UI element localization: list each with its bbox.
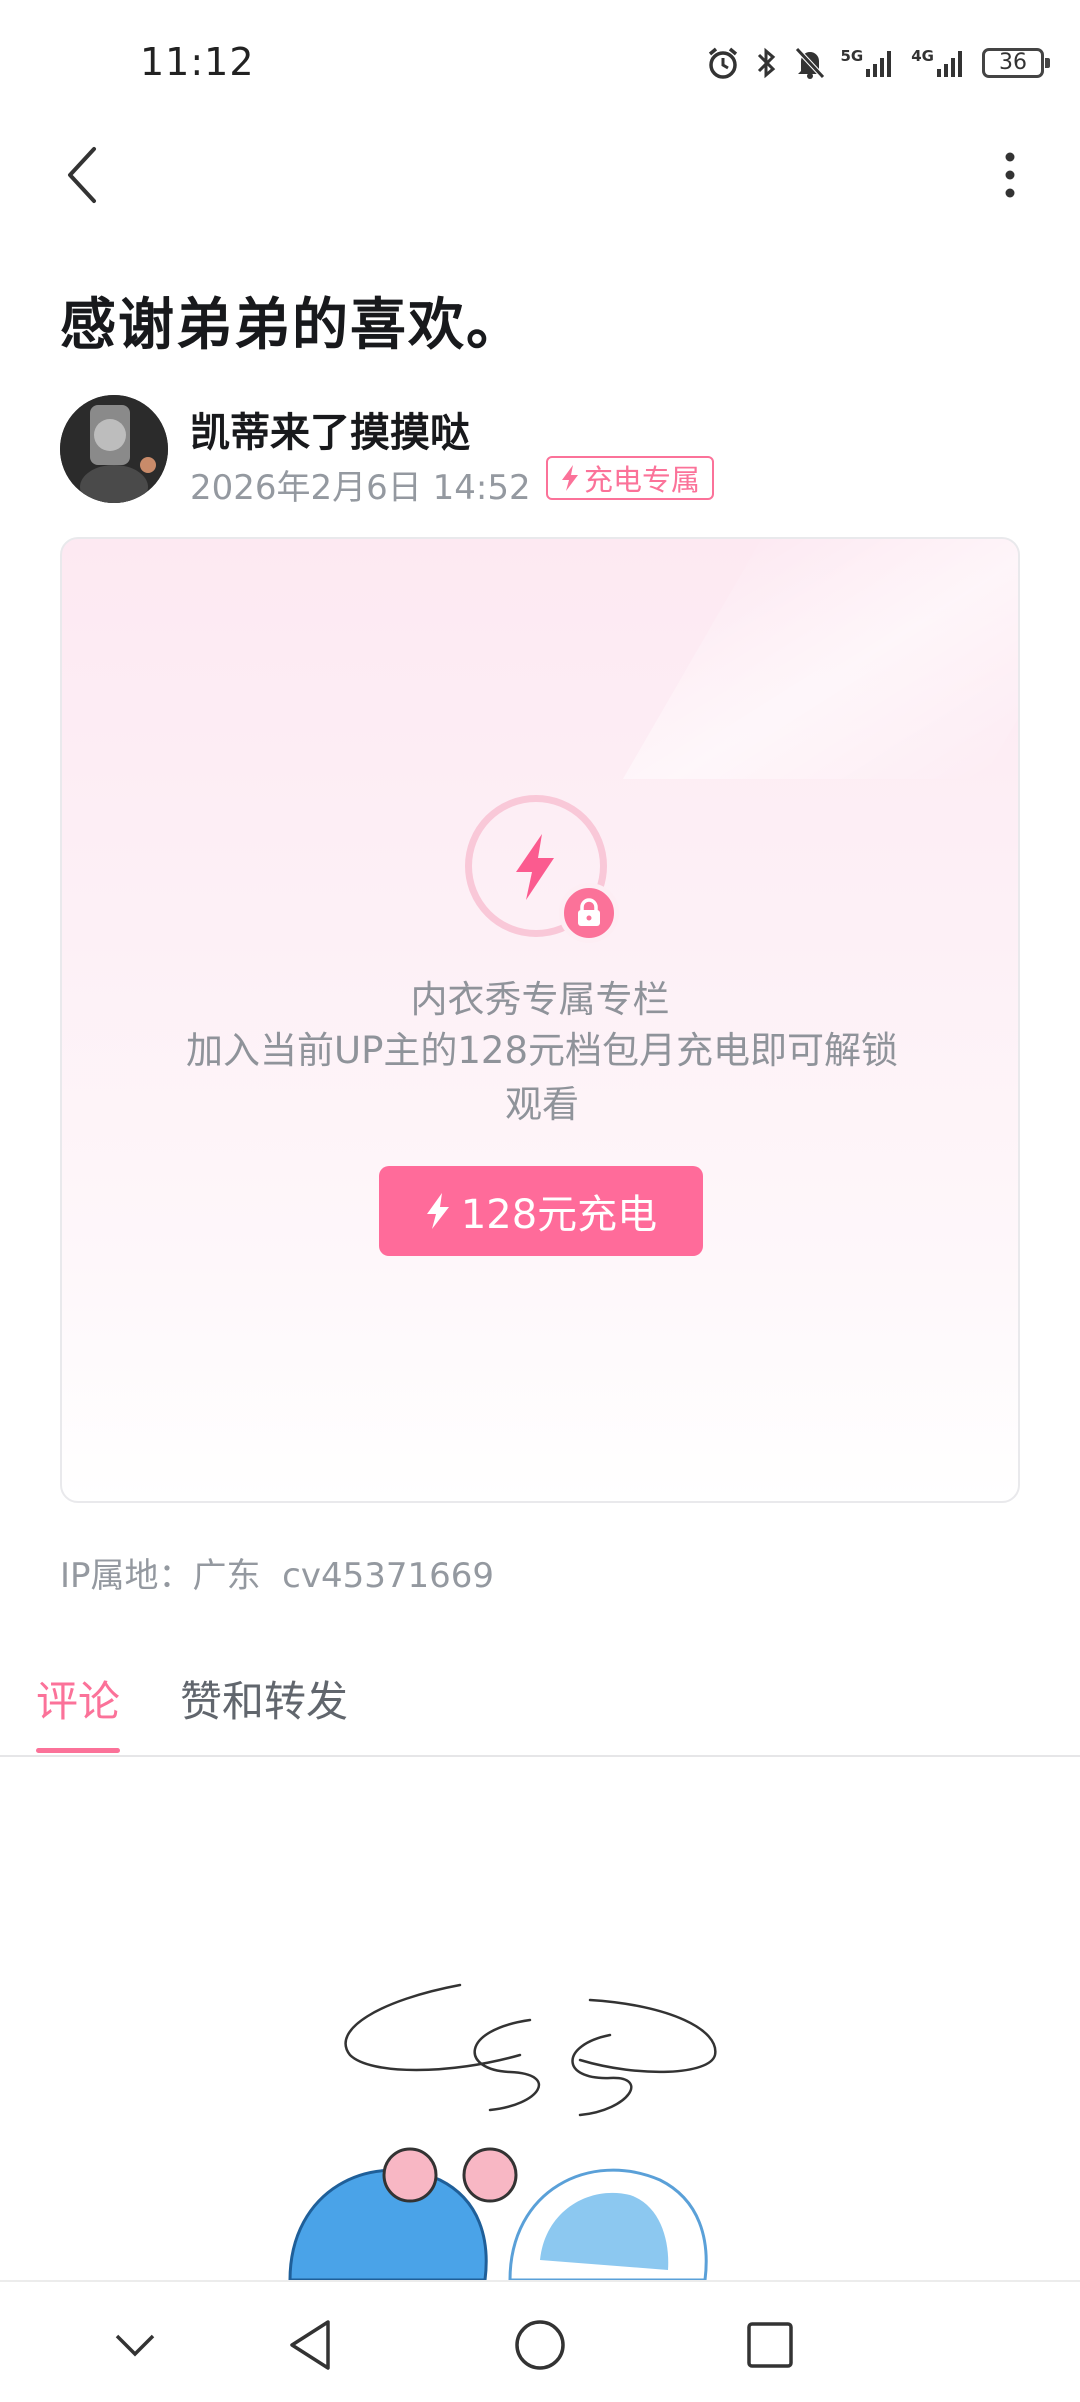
tab-divider [0,1755,1080,1757]
recents-square-icon [747,2322,793,2368]
nav-back-button[interactable] [275,2310,345,2380]
charge-button[interactable]: 128元充电 [379,1166,703,1256]
locked-content-card: 内衣秀专属专栏 加入当前UP主的128元档包月充电即可解锁观看 128元充电 [60,537,1020,1503]
battery-icon: 36 [982,48,1050,78]
locked-heading: 内衣秀专属专栏 [410,978,670,1021]
lightning-icon [426,1193,449,1229]
ip-location: IP属地：广东 [60,1556,261,1596]
signal-4g-icon: 4G [911,47,968,79]
tab-comments[interactable]: 评论 [36,1668,120,1729]
lock-icon [559,883,619,943]
status-time: 11:12 [140,40,255,84]
card-decoration [622,539,1018,779]
empty-comments-illustration [288,1983,717,2280]
chevron-left-icon [68,147,96,203]
ip-location-row: IP属地：广东 cv45371669 [60,1548,494,1597]
status-icons: 5G 4G 36 [705,38,1050,88]
back-triangle-icon [290,2320,330,2370]
avatar-image [60,395,168,503]
publish-date: 2026年2月6日 14:52 [190,468,531,508]
charge-exclusive-badge: 充电专属 [546,456,715,500]
system-nav-bar [0,2280,1080,2402]
network-label-1: 5G [840,47,864,65]
active-tab-indicator [36,1748,120,1753]
charge-button-label: 128元充电 [460,1192,658,1238]
nav-home-button[interactable] [505,2310,575,2380]
network-label-2: 4G [911,47,934,65]
chevron-down-icon [115,2334,155,2357]
lightning-icon [562,465,578,491]
nav-recents-button[interactable] [735,2310,805,2380]
lightning-icon [516,834,554,900]
home-circle-icon [515,2320,565,2370]
alarm-icon [708,47,737,79]
signal-5g-icon: 5G [841,47,898,79]
bluetooth-icon [757,47,775,79]
back-button[interactable] [52,140,112,210]
more-button[interactable] [980,140,1040,210]
mute-bell-icon [794,47,825,79]
battery-level: 36 [999,50,1027,75]
avatar[interactable] [60,395,168,503]
article-title: 感谢弟弟的喜欢。 [60,293,524,358]
badge-label: 充电专属 [584,463,701,497]
article-id: cv45371669 [282,1556,495,1596]
locked-description: 加入当前UP主的128元档包月充电即可解锁观看 [185,1029,898,1126]
author-name[interactable]: 凯蒂来了摸摸哒 [190,400,470,458]
more-vertical-icon [1005,152,1015,198]
tab-likes-shares[interactable]: 赞和转发 [180,1668,348,1729]
nav-collapse-button[interactable] [100,2310,170,2380]
